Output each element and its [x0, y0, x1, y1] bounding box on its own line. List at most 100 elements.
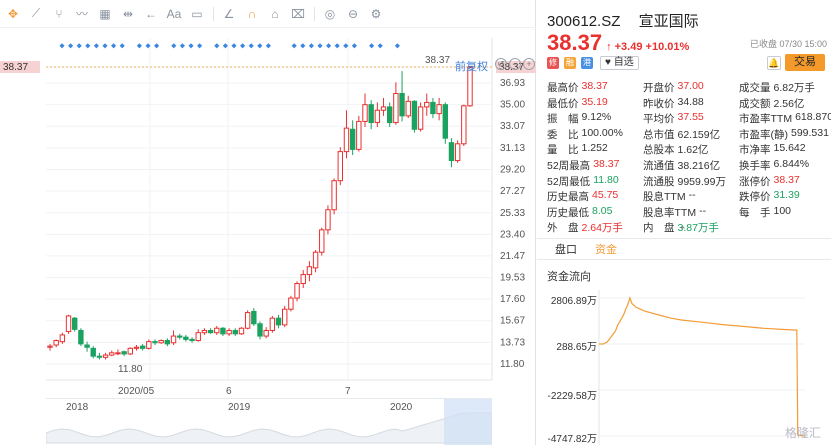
candle-up — [59, 334, 66, 343]
toolbar-separator — [213, 6, 214, 21]
lock-icon[interactable]: ⌂ — [266, 5, 284, 23]
stat-cell: 流通值 38.216亿 — [643, 158, 739, 174]
candle-up — [380, 106, 387, 111]
y-tick-label: 25.33 — [500, 208, 525, 219]
wave-icon[interactable]: 〰 — [73, 5, 91, 23]
stat-label: 开盘价 — [643, 82, 675, 94]
event-marker — [102, 43, 108, 49]
max-price-annotation: 38.37 — [425, 55, 450, 66]
candle-up — [170, 335, 177, 344]
gang-badge[interactable]: 港 — [581, 57, 593, 69]
candle-down — [251, 310, 257, 325]
stock-header: 300612.SZ 宣亚国际 — [547, 10, 713, 31]
stat-cell: 成交额 2.56亿 — [739, 96, 831, 112]
candle-down — [90, 347, 96, 357]
y-tick-label: 35.00 — [500, 100, 525, 111]
stat-label: 总股本 — [643, 144, 675, 157]
stat-label: 跌停价 — [739, 191, 771, 204]
event-marker — [394, 43, 400, 49]
fork-icon[interactable]: ⑂ — [50, 5, 68, 23]
stat-value: 11.80 — [593, 173, 619, 186]
magnet-icon[interactable]: ∩ — [243, 5, 261, 23]
stat-cell: 总股本 1.62亿 — [643, 142, 739, 158]
stat-label: 股息率TTM — [643, 206, 697, 219]
flow-line — [599, 296, 806, 437]
adjust-mode-button[interactable]: 前复权 — [455, 58, 488, 74]
stat-value: 34.88 — [677, 95, 704, 108]
candle-up — [244, 312, 251, 329]
stat-label: 52周最低 — [547, 175, 591, 188]
stat-value: 100.00% — [581, 126, 623, 139]
candle-up — [393, 92, 399, 124]
time-navigator[interactable]: 2018 2019 2020 — [45, 398, 493, 445]
candle-up — [288, 297, 294, 310]
stat-label: 外 盘 — [547, 222, 579, 235]
stat-value: 618.870 — [795, 111, 831, 124]
tab-orderbook[interactable]: 盘口 — [555, 241, 577, 257]
ruler-icon[interactable]: ∠ — [220, 5, 238, 23]
y-tick-label: 13.73 — [500, 337, 525, 348]
layers-icon[interactable]: ⊖ — [344, 5, 362, 23]
reset-icon[interactable]: ↺ — [495, 58, 507, 70]
stat-cell: 历史最高 45.75 — [547, 189, 643, 205]
move-icon[interactable]: ✥ — [4, 5, 22, 23]
stat-cell: 最高价 38.37 — [547, 80, 643, 96]
stat-label: 最高价 — [547, 82, 579, 94]
event-marker — [179, 43, 185, 49]
zoom-out-icon[interactable]: − — [509, 58, 521, 70]
add-favorite-button[interactable]: ♥ 自选 — [600, 56, 639, 70]
candle-up — [269, 317, 276, 331]
bell-icon[interactable]: 🔔 — [767, 56, 781, 70]
eye-icon[interactable]: ◎ — [321, 5, 339, 23]
tab-capital[interactable]: 资金 — [595, 241, 617, 257]
candle-up — [331, 180, 337, 211]
stat-label: 每 手 — [739, 206, 771, 219]
xiu-badge[interactable]: 修 — [547, 57, 559, 69]
candle-down — [349, 128, 356, 150]
candle-up — [312, 251, 319, 269]
stat-cell: 跌停价 31.39 — [739, 189, 831, 205]
candle-down — [232, 329, 238, 335]
y-tick-label: 29.20 — [500, 165, 525, 176]
kline-chart[interactable]: 38.37 36.93 35.00 33.07 31.13 29.20 27.27 25.33… — [0, 28, 536, 398]
settings-icon[interactable]: ⚙ — [367, 5, 385, 23]
trade-button[interactable]: 交易 — [785, 54, 825, 71]
text-icon[interactable]: Aa — [165, 5, 183, 23]
stats-row: 历史最高 45.75 股息TTM -- 跌停价 31.39 — [547, 189, 831, 205]
left-price-tag-text: 38.37 — [3, 62, 28, 73]
stats-row: 振 幅 9.12% 平均价 37.55 市盈率TTM 618.870 — [547, 111, 831, 127]
collapse-icon[interactable]: ⌃ — [679, 225, 687, 236]
line-icon[interactable]: ⟋ — [27, 5, 45, 23]
kline-svg[interactable]: 38.37 36.93 35.00 33.07 31.13 29.20 27.27 25.33… — [0, 28, 536, 398]
price-row: 38.37 ↑ +3.49 +10.01% — [547, 30, 689, 56]
candle-down — [139, 345, 146, 349]
stat-value: 1.252 — [581, 142, 608, 155]
candle-down — [430, 101, 436, 115]
stats-row: 历史最低 8.05 股息率TTM -- 每 手 100 — [547, 205, 831, 221]
zoom-in-icon[interactable]: + — [523, 58, 535, 70]
candle-down — [189, 338, 195, 342]
stat-value: 100 — [773, 204, 792, 217]
stat-value: 62.159亿 — [677, 128, 721, 141]
candle-down — [177, 335, 183, 338]
candle-down — [442, 104, 448, 139]
stat-cell: 历史最低 8.05 — [547, 205, 643, 221]
arrow-left-right-icon[interactable]: ← — [142, 5, 160, 23]
candle-down — [121, 351, 127, 355]
stat-label: 股息TTM — [643, 191, 686, 204]
stats-row: 52周最低 11.80 流通股 9959.99万 涨停价 38.37 — [547, 174, 831, 190]
comment-icon[interactable]: ▭ — [188, 5, 206, 23]
stock-name: 宣亚国际 — [638, 13, 699, 30]
stats-row: 最高价 38.37 开盘价 37.00 成交量 6.82万手 — [547, 80, 831, 96]
event-marker — [171, 43, 177, 49]
rong-badge[interactable]: 融 — [564, 57, 576, 69]
calendar-icon[interactable]: ▦ — [96, 5, 114, 23]
navigator-svg[interactable] — [45, 399, 493, 445]
flow-axis-label: -4747.82万 — [547, 434, 597, 445]
range-icon[interactable]: ⇹ — [119, 5, 137, 23]
stat-value: 37.55 — [677, 111, 704, 124]
stat-cell: 总市值 62.159亿 — [643, 127, 739, 143]
stat-value: 6.82万手 — [773, 82, 815, 94]
stock-code: 300612.SZ — [547, 13, 621, 30]
trash-icon[interactable]: ⌧ — [289, 5, 307, 23]
